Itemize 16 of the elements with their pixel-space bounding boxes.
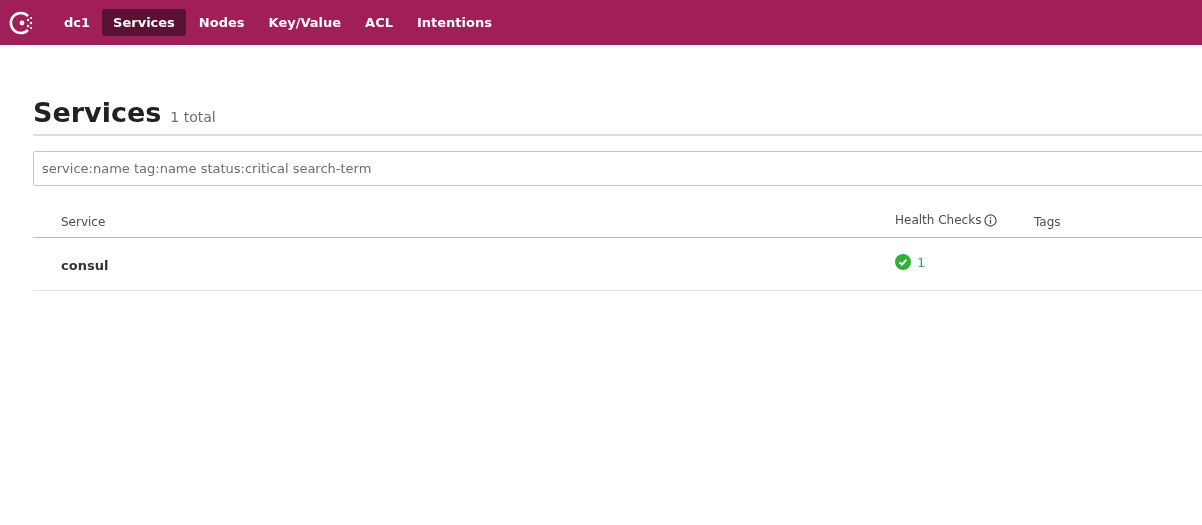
nav-tab[interactable]: ACL bbox=[354, 9, 404, 36]
service-count: 1 total bbox=[170, 109, 216, 125]
nav-tab[interactable]: Nodes bbox=[187, 9, 256, 36]
column-header: Service bbox=[61, 214, 106, 229]
check-circle-icon bbox=[895, 254, 911, 270]
nav-tab[interactable]: Services bbox=[102, 9, 186, 36]
passing-count: 1 bbox=[917, 254, 926, 270]
nav-tab[interactable]: Key/Value bbox=[257, 9, 353, 36]
column-header: Tags bbox=[1034, 214, 1061, 229]
column-header: Health Checks bbox=[895, 213, 982, 227]
datacenter-menu[interactable]: dc1 bbox=[52, 9, 103, 36]
info-icon[interactable] bbox=[984, 213, 998, 227]
service-name[interactable]: consul bbox=[61, 257, 109, 273]
nav-tab[interactable]: Intentions bbox=[405, 9, 503, 36]
search-field[interactable]: service:name tag:name status:critical search-term bbox=[33, 151, 1202, 186]
page-title: Services bbox=[33, 97, 162, 128]
